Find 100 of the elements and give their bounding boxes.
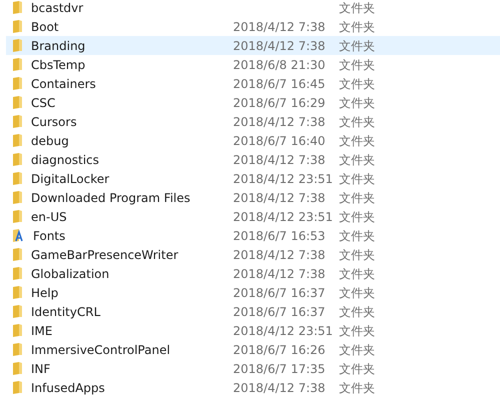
- file-name: Downloaded Program Files: [31, 190, 190, 206]
- modified-date: 2018/4/12 7:38: [233, 248, 326, 262]
- file-row[interactable]: INF 2018/6/7 17:35 文件夹: [6, 359, 500, 378]
- folder-icon: [13, 134, 22, 147]
- file-row[interactable]: GameBarPresenceWriter 2018/4/12 7:38 文件夹: [6, 245, 500, 264]
- file-type: 文件夹: [339, 362, 375, 376]
- modified-date: 2018/4/12 7:38: [233, 266, 326, 280]
- file-name: ImmersiveControlPanel: [31, 342, 170, 358]
- file-name: IME: [31, 322, 52, 340]
- modified-date: 2018/4/12 23:51: [233, 172, 333, 186]
- file-row[interactable]: en-US 2018/4/12 23:51 文件夹: [6, 207, 500, 226]
- file-row[interactable]: CSC 2018/6/7 16:29 文件夹: [6, 93, 500, 112]
- file-type: 文件夹: [339, 210, 375, 224]
- file-row[interactable]: Help 2018/6/7 16:37 文件夹: [6, 283, 500, 302]
- file-type: 文件夹: [339, 76, 375, 90]
- modified-date: 2018/4/12 23:51: [233, 210, 333, 224]
- file-row[interactable]: debug 2018/6/7 16:40 文件夹: [6, 131, 500, 150]
- modified-date: 2018/6/7 16:53: [233, 228, 326, 242]
- modified-date: 2018/4/12 7:38: [233, 114, 326, 128]
- file-row[interactable]: Containers 2018/6/7 16:45 文件夹: [6, 74, 500, 93]
- folder-icon: [13, 191, 22, 204]
- file-type: 文件夹: [339, 58, 375, 72]
- file-name: InfusedApps: [31, 380, 105, 396]
- file-type: 文件夹: [339, 38, 375, 52]
- folder-icon: [13, 324, 22, 337]
- file-type: 文件夹: [339, 228, 375, 242]
- file-type: 文件夹: [339, 152, 375, 166]
- folder-icon: [13, 343, 22, 356]
- file-type: 文件夹: [339, 20, 375, 34]
- folder-icon: [13, 58, 22, 71]
- file-row[interactable]: bcastdvr 文件夹: [6, 0, 500, 17]
- modified-date: 2018/6/7 16:26: [233, 342, 326, 356]
- modified-date: 2018/4/12 7:38: [233, 380, 326, 394]
- folder-icon: [13, 115, 22, 128]
- file-name: INF: [31, 360, 50, 378]
- folder-icon: [13, 172, 22, 185]
- modified-date: 2018/4/12 7:38: [233, 190, 326, 204]
- file-name: Boot: [31, 18, 59, 36]
- file-name: en-US: [31, 208, 67, 226]
- file-name: CbsTemp: [31, 56, 86, 74]
- folder-icon: [13, 20, 22, 33]
- file-row[interactable]: IdentityCRL 2018/6/7 16:37 文件夹: [6, 302, 500, 321]
- modified-date: 2018/6/8 21:30: [233, 58, 326, 72]
- file-name: Help: [31, 284, 58, 302]
- file-name: diagnostics: [31, 152, 100, 168]
- file-name: CSC: [31, 94, 56, 112]
- file-row[interactable]: CbsTemp 2018/6/8 21:30 文件夹: [6, 55, 500, 74]
- modified-date: 2018/4/12 7:38: [233, 152, 326, 166]
- file-type: 文件夹: [339, 248, 375, 262]
- file-row[interactable]: DigitalLocker 2018/4/12 23:51 文件夹: [6, 169, 500, 188]
- modified-date: 2018/4/12 7:38: [233, 20, 326, 34]
- file-name: Containers: [31, 76, 96, 92]
- folder-icon: [13, 210, 22, 223]
- file-type: 文件夹: [339, 134, 375, 148]
- file-name: IdentityCRL: [31, 304, 100, 320]
- modified-date: 2018/6/7 16:45: [233, 76, 326, 90]
- folder-icon: [13, 248, 22, 261]
- file-type: 文件夹: [339, 266, 375, 280]
- modified-date: 2018/6/7 16:37: [233, 286, 326, 300]
- file-type: 文件夹: [339, 380, 375, 394]
- modified-date: 2018/4/12 23:51: [233, 324, 333, 338]
- folder-icon: [13, 39, 22, 52]
- modified-date: 2018/6/7 17:35: [233, 362, 326, 376]
- file-row[interactable]: InfusedApps 2018/4/12 7:38 文件夹: [6, 378, 500, 397]
- file-name: GameBarPresenceWriter: [31, 246, 178, 264]
- folder-icon: [13, 381, 22, 394]
- modified-date: 2018/6/7 16:37: [233, 304, 326, 318]
- file-name: Branding: [31, 38, 86, 54]
- file-name: debug: [31, 132, 69, 150]
- file-name: Cursors: [31, 114, 77, 130]
- file-row[interactable]: Cursors 2018/4/12 7:38 文件夹: [6, 112, 500, 131]
- file-name: Fonts: [33, 228, 66, 244]
- file-name: Globalization: [31, 266, 110, 282]
- file-type: 文件夹: [339, 114, 375, 128]
- folder-icon: [13, 96, 22, 109]
- file-type: 文件夹: [339, 286, 375, 300]
- file-type: 文件夹: [339, 304, 375, 318]
- file-name: DigitalLocker: [31, 170, 110, 188]
- file-type: 文件夹: [339, 96, 375, 110]
- file-row[interactable]: IME 2018/4/12 23:51 文件夹: [6, 321, 500, 340]
- folder-icon: [13, 305, 22, 318]
- modified-date: 2018/6/7 16:29: [233, 96, 326, 110]
- file-type: 文件夹: [339, 342, 375, 356]
- file-row[interactable]: Globalization 2018/4/12 7:38 文件夹: [6, 264, 500, 283]
- fonts-folder-icon: [13, 229, 24, 242]
- file-row[interactable]: Downloaded Program Files 2018/4/12 7:38 文件夹: [6, 188, 500, 207]
- modified-date: 2018/4/12 7:38: [233, 38, 326, 52]
- file-row[interactable]: Boot 2018/4/12 7:38 文件夹: [6, 17, 500, 36]
- modified-date: 2018/6/7 16:40: [233, 134, 326, 148]
- file-row[interactable]: diagnostics 2018/4/12 7:38 文件夹: [6, 150, 500, 169]
- file-type: 文件夹: [339, 172, 375, 186]
- folder-icon: [13, 153, 22, 166]
- file-row[interactable]: Branding 2018/4/12 7:38 文件夹: [6, 36, 500, 55]
- file-type: 文件夹: [339, 0, 375, 14]
- folder-icon: [13, 286, 22, 299]
- folder-icon: [13, 1, 22, 14]
- file-row[interactable]: ImmersiveControlPanel 2018/6/7 16:26 文件夹: [6, 340, 500, 359]
- file-type: 文件夹: [339, 324, 375, 338]
- file-row[interactable]: Fonts 2018/6/7 16:53 文件夹: [6, 226, 500, 245]
- file-name: bcastdvr: [31, 0, 84, 16]
